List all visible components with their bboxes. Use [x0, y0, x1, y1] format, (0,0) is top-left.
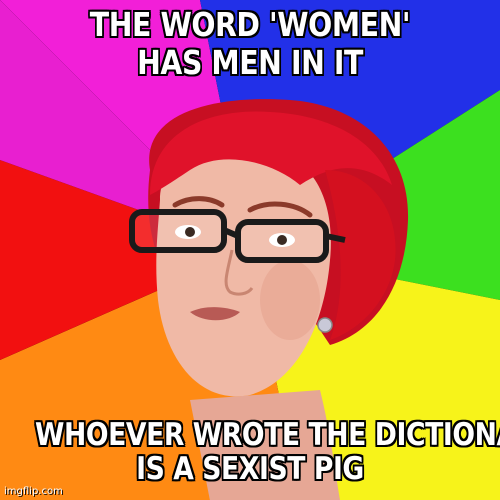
top-caption-line-2: HAS MEN IN IT — [137, 43, 363, 82]
bottom-caption-line-1: WHOEVER WROTE THE DICTIONARY — [35, 417, 500, 453]
bottom-caption-line-2: IS A SEXIST PIG — [136, 451, 364, 487]
cheek-shade — [260, 260, 320, 340]
bottom-caption: WHOEVER WROTE THE DICTIONARY IS A SEXIST… — [35, 417, 500, 487]
earring-icon — [317, 317, 333, 333]
top-caption: THE WORD 'WOMEN' HAS MEN IN IT — [35, 6, 465, 82]
imgflip-watermark: imgflip.com — [4, 486, 63, 497]
left-pupil — [185, 227, 195, 237]
right-pupil — [277, 235, 287, 245]
top-caption-line-1: THE WORD 'WOMEN' — [89, 5, 411, 44]
meme-image: THE WORD 'WOMEN' HAS MEN IN IT WHOEVER W… — [0, 0, 500, 500]
